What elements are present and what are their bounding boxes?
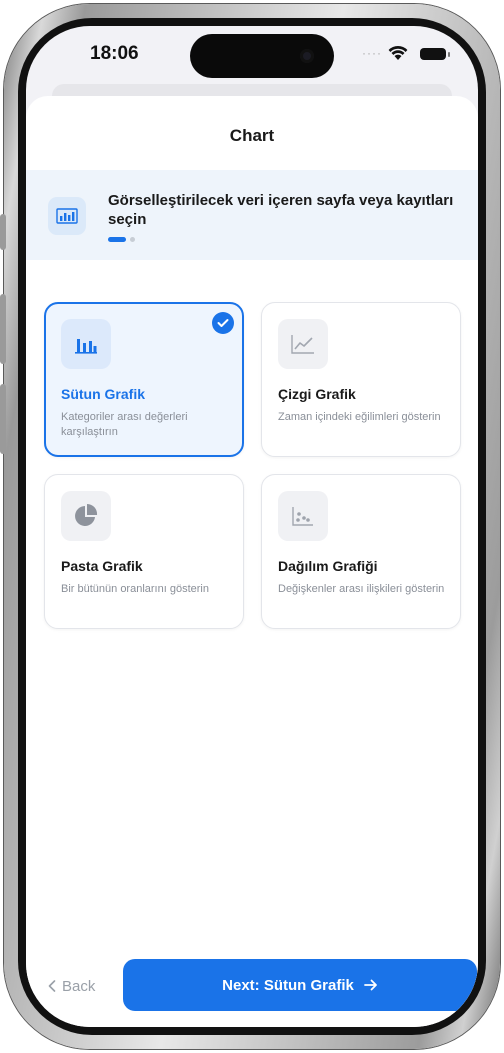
next-button[interactable]: Next: Sütun Grafik	[123, 959, 477, 1011]
step-dot	[130, 237, 135, 242]
step-instruction: Görselleştirilecek veri içeren sayfa vey…	[108, 192, 454, 228]
card-title: Pasta Grafik	[61, 558, 143, 574]
card-description: Değişkenler arası ilişkileri gösterin	[278, 583, 445, 595]
status-time: 18:06	[90, 43, 139, 64]
card-description: Zaman içindeki eğilimleri gösterin	[278, 411, 441, 423]
dynamic-island	[190, 34, 334, 78]
card-description: Kategoriler arası değerleri karşılaştırı…	[61, 411, 188, 438]
selected-check-icon	[212, 312, 234, 334]
step-dot-active	[108, 237, 126, 242]
status-bar: 18:06 ····	[26, 26, 478, 92]
volume-up-button	[0, 294, 6, 364]
scatter-chart-icon	[278, 491, 328, 541]
line-chart-icon	[278, 319, 328, 369]
bar-chart-icon	[48, 197, 86, 235]
volume-down-button	[0, 384, 6, 454]
back-label: Back	[62, 977, 96, 995]
chart-type-card-column[interactable]: Sütun Grafik Kategoriler arası değerleri…	[44, 302, 244, 457]
column-chart-icon	[61, 319, 111, 369]
front-camera-icon	[300, 49, 314, 63]
card-title: Sütun Grafik	[61, 386, 146, 402]
pie-chart-icon	[61, 491, 111, 541]
card-description: Bir bütünün oranlarını gösterin	[61, 583, 209, 595]
chart-type-card-scatter[interactable]: Dağılım Grafiği Değişkenler arası ilişki…	[261, 474, 461, 629]
cellular-signal-icon: ····	[362, 46, 382, 60]
chart-type-card-pie[interactable]: Pasta Grafik Bir bütünün oranlarını göst…	[44, 474, 244, 629]
chart-type-card-line[interactable]: Çizgi Grafik Zaman içindeki eğilimleri g…	[261, 302, 461, 457]
screen: 18:06 ···· Chart Görselleştirilecek veri…	[26, 26, 478, 1027]
step-progress	[108, 237, 135, 242]
chevron-left-icon	[48, 980, 56, 992]
step-banner: Görselleştirilecek veri içeren sayfa vey…	[26, 170, 478, 260]
wifi-icon	[388, 45, 408, 60]
back-button[interactable]: Back	[48, 971, 95, 1001]
arrow-right-icon	[363, 979, 377, 991]
card-title: Dağılım Grafiği	[278, 558, 378, 574]
next-label: Next: Sütun Grafik	[222, 976, 354, 994]
chart-type-sheet: Chart Görselleştirilecek veri içeren say…	[26, 96, 478, 1027]
battery-icon	[420, 48, 450, 60]
sheet-title: Chart	[229, 126, 275, 145]
card-title: Çizgi Grafik	[278, 386, 356, 402]
action-button	[0, 214, 6, 250]
